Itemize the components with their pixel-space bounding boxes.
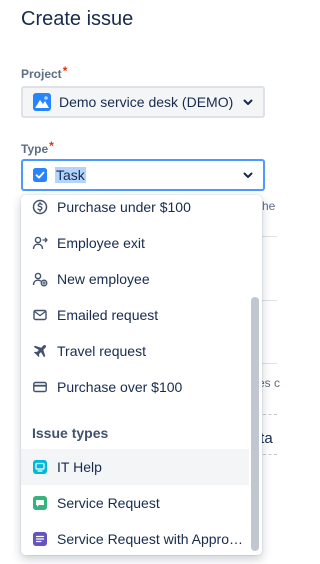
project-label: Project* [21, 64, 68, 81]
menu-item-new-employee[interactable]: New employee [21, 261, 249, 297]
task-checkbox-icon [33, 168, 47, 182]
menu-item-emailed-request[interactable]: Emailed request [21, 297, 249, 333]
type-label: Type* [21, 139, 54, 156]
type-select[interactable]: Task [21, 159, 265, 191]
background-text: he [262, 199, 276, 213]
menu-item-employee-exit[interactable]: Employee exit [21, 225, 249, 261]
person-add-icon [32, 271, 48, 287]
menu-item-service-request[interactable]: Service Request [21, 485, 249, 521]
page-title: Create issue [21, 8, 134, 30]
menu-scrollbar[interactable] [251, 297, 259, 551]
chevron-down-icon [241, 95, 255, 109]
required-asterisk: * [62, 64, 68, 78]
project-avatar-icon [33, 93, 51, 111]
envelope-icon [32, 307, 48, 323]
menu-item-travel-request[interactable]: Travel request [21, 333, 249, 369]
issue-types-group-heading: Issue types [32, 425, 109, 441]
credit-card-icon [32, 379, 48, 395]
dollar-circle-icon [32, 199, 48, 215]
menu-item-service-request-with-approvals[interactable]: Service Request with Approvals [21, 521, 249, 555]
menu-item-it-help[interactable]: IT Help [21, 449, 249, 485]
menu-item-purchase-under-100[interactable]: Purchase under $100 [21, 195, 249, 225]
type-value[interactable]: Task [55, 167, 241, 183]
project-value: Demo service desk (DEMO) [59, 94, 234, 110]
airplane-icon [32, 343, 48, 359]
person-exit-icon [32, 235, 48, 251]
menu-item-purchase-over-100[interactable]: Purchase over $100 [21, 369, 249, 405]
chevron-down-icon [241, 168, 255, 182]
service-request-icon [32, 495, 48, 511]
project-select[interactable]: Demo service desk (DEMO) [21, 86, 265, 118]
required-asterisk: * [49, 139, 54, 153]
it-help-icon [32, 459, 48, 475]
type-dropdown-menu[interactable]: Purchase under $100 Employee exit New em… [21, 195, 262, 555]
service-request-approvals-icon [32, 531, 48, 547]
